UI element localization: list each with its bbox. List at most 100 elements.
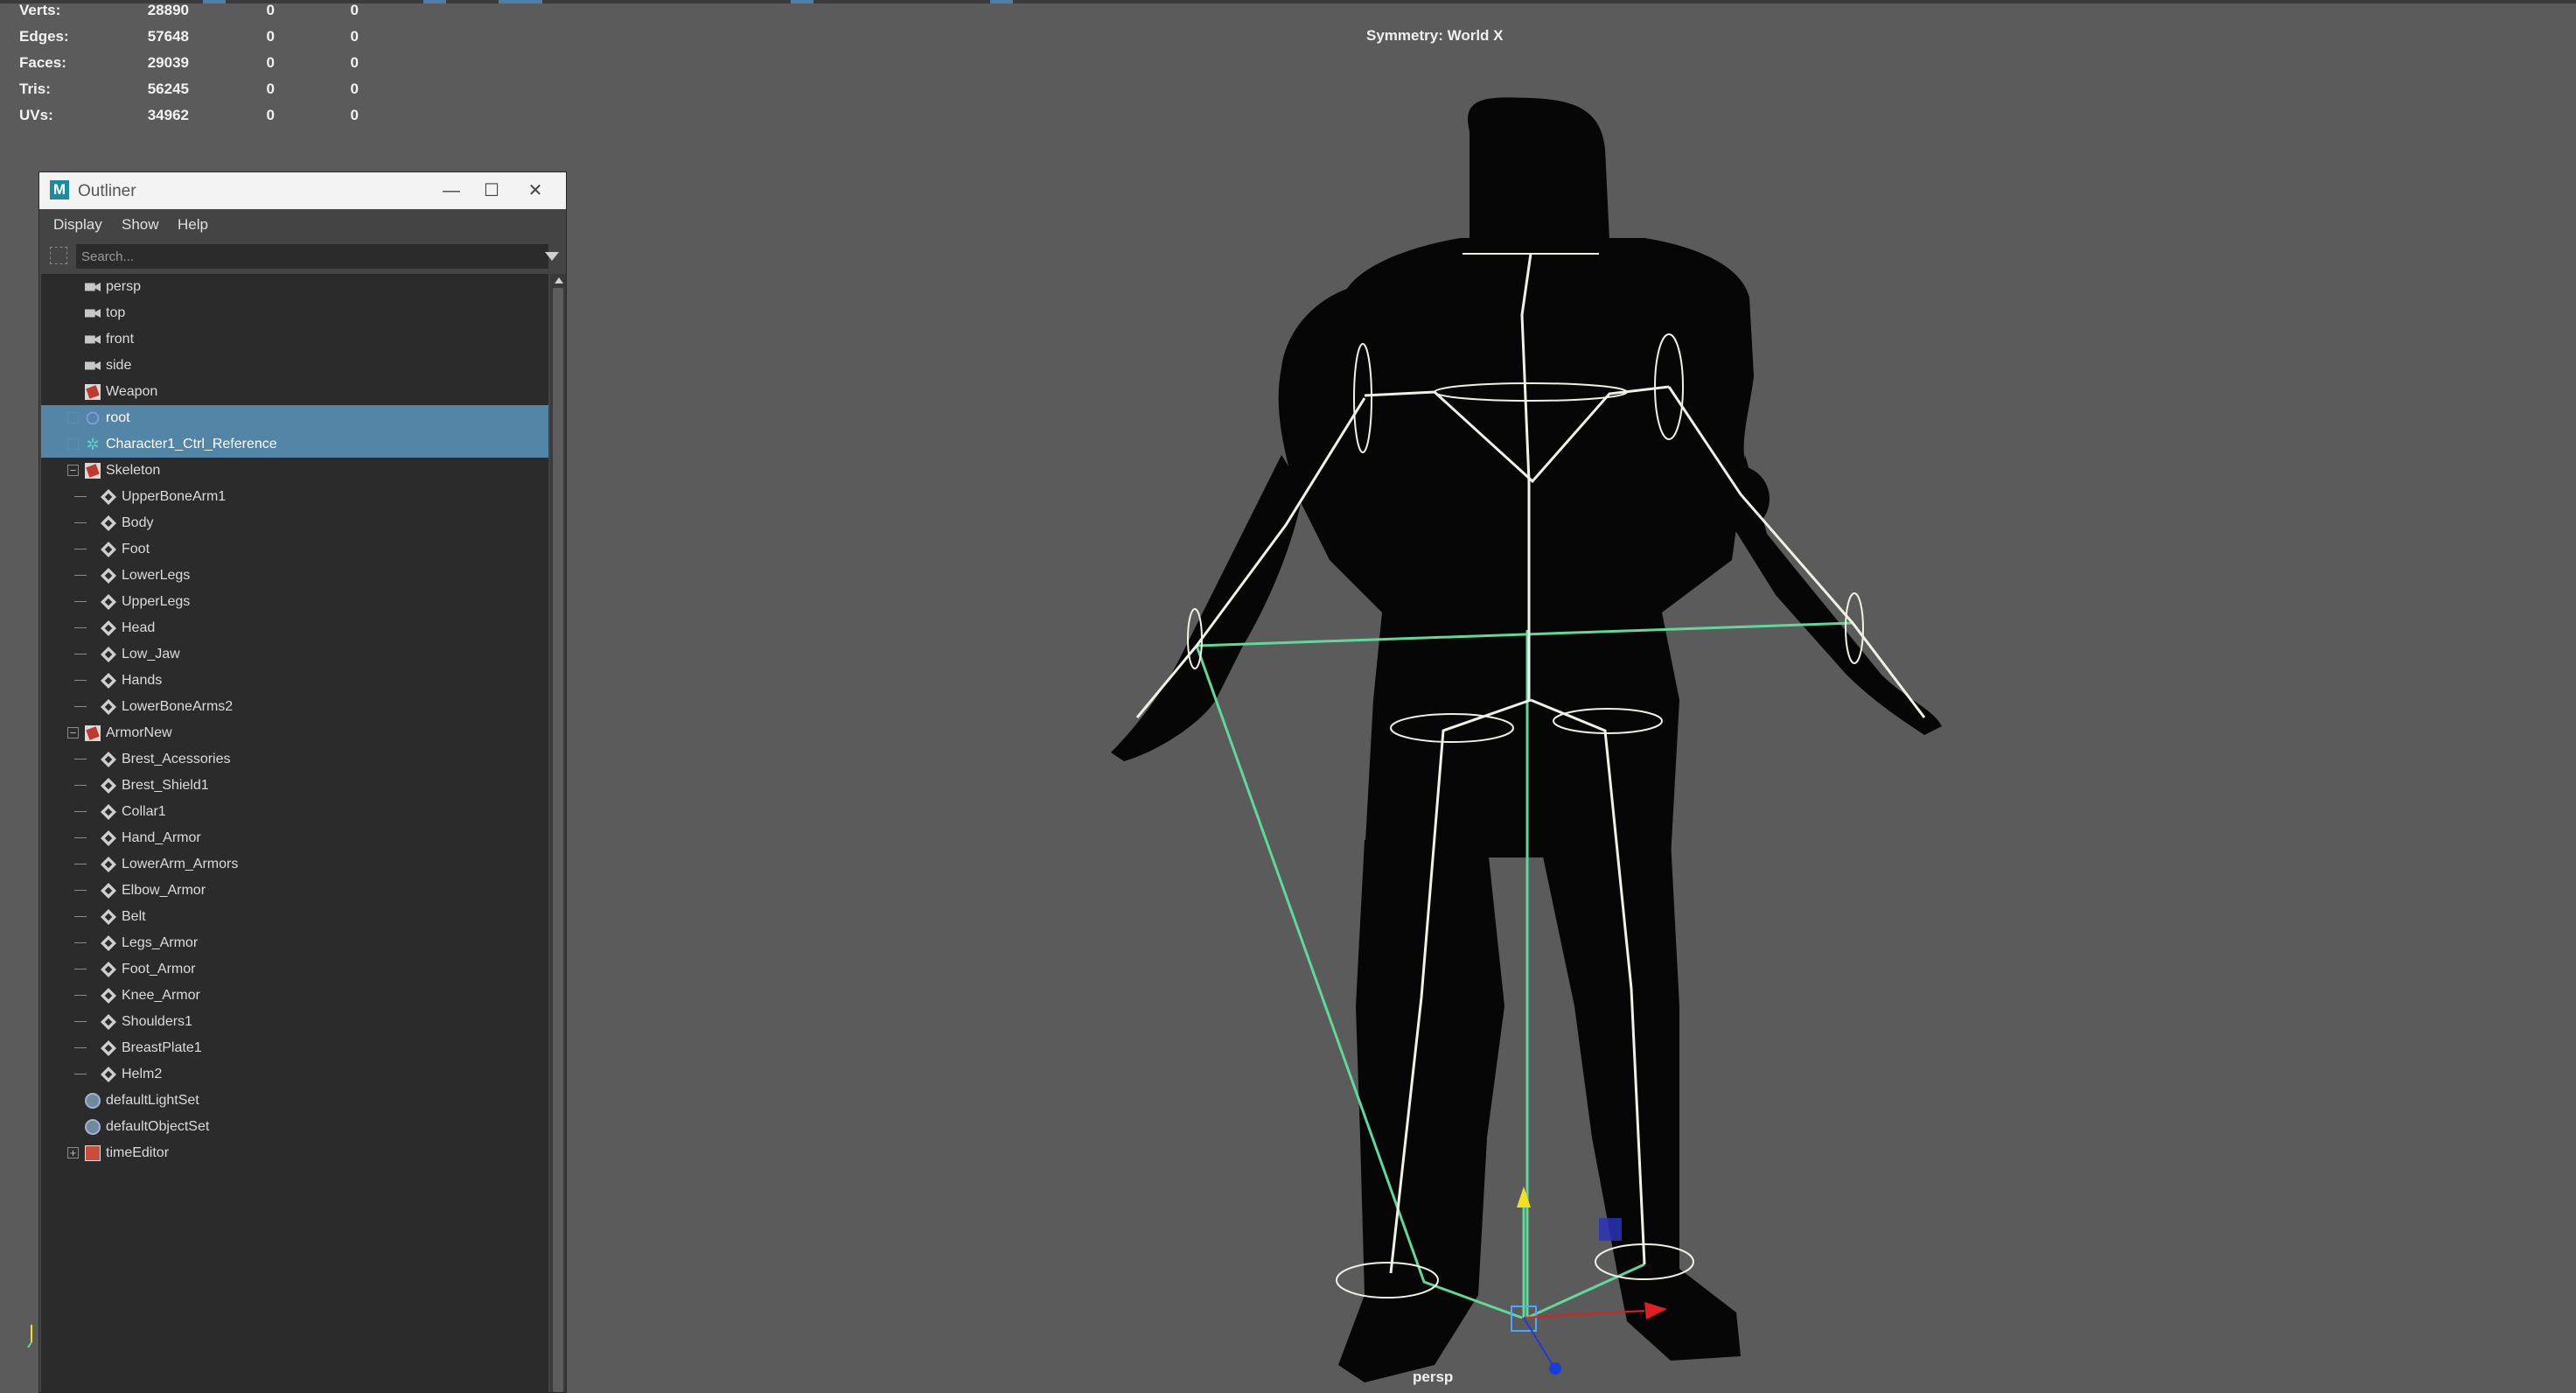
outliner-item[interactable]: defaultLightSet	[41, 1088, 548, 1114]
hud-value: 0	[350, 54, 359, 71]
hud-value: 29039	[147, 54, 189, 71]
search-options-dropdown-icon[interactable]	[545, 252, 559, 261]
maximize-button[interactable]: ☐	[478, 178, 505, 204]
outliner-item[interactable]: Collar1	[41, 799, 548, 825]
group-icon	[85, 463, 101, 479]
tree-connector	[74, 627, 87, 628]
outliner-item-label: Hands	[122, 673, 163, 688]
outliner-item[interactable]: Foot_Armor	[41, 956, 548, 983]
hud-value: 34962	[147, 107, 189, 123]
outliner-item[interactable]: top	[41, 300, 548, 326]
outliner-item[interactable]: LowerArm_Armors	[41, 851, 548, 878]
outliner-titlebar[interactable]: M Outliner — ☐ ✕	[39, 172, 566, 209]
hud-label: Faces:	[19, 54, 66, 71]
outliner-item[interactable]: persp	[41, 274, 548, 300]
expand-toggle-icon[interactable]	[67, 438, 79, 450]
outliner-item[interactable]: Low_Jaw	[41, 641, 548, 668]
outliner-item-label: root	[106, 410, 130, 425]
search-input[interactable]	[76, 244, 548, 269]
outliner-item-label: Helm2	[122, 1067, 163, 1082]
outliner-item[interactable]: Head	[41, 615, 548, 641]
right-leg-shape	[1539, 840, 1741, 1361]
outliner-item-label: Shoulders1	[122, 1014, 192, 1029]
filter-icon[interactable]	[50, 247, 67, 264]
elbow-pad-shape	[1703, 466, 1770, 532]
outliner-item[interactable]: Brest_Acessories	[41, 746, 548, 773]
mesh-icon	[101, 699, 116, 715]
hud-value: 0	[266, 54, 275, 71]
outliner-tree: persp top front side Weapon root ✲ Character1_C…	[41, 274, 548, 1392]
outliner-item[interactable]: Body	[41, 510, 548, 536]
outliner-item[interactable]: Shoulders1	[41, 1009, 548, 1035]
mesh-icon	[101, 594, 116, 610]
outliner-item[interactable]: Foot	[41, 536, 548, 563]
outliner-window[interactable]: M Outliner — ☐ ✕ Display Show Help persp…	[38, 172, 567, 1393]
camera-icon	[85, 360, 101, 371]
mesh-icon	[101, 935, 116, 951]
hud-value: 56245	[147, 80, 189, 97]
outliner-item[interactable]: Elbow_Armor	[41, 878, 548, 904]
menu-show[interactable]: Show	[122, 216, 159, 234]
outliner-item[interactable]: root	[41, 405, 548, 431]
close-button[interactable]: ✕	[522, 178, 548, 204]
outliner-item-label: Head	[122, 620, 156, 635]
tree-connector	[74, 890, 87, 891]
torso-shape	[1278, 238, 1754, 858]
scrollbar-thumb[interactable]	[553, 288, 563, 1392]
menu-help[interactable]: Help	[178, 216, 208, 234]
outliner-item[interactable]: Knee_Armor	[41, 983, 548, 1009]
camera-icon	[85, 308, 101, 318]
outliner-item[interactable]: defaultObjectSet	[41, 1114, 548, 1140]
outliner-item-label: top	[106, 305, 126, 320]
collapse-toggle-icon[interactable]: −	[67, 727, 79, 738]
outliner-item[interactable]: − ArmorNew	[41, 720, 548, 746]
outliner-item[interactable]: BreastPlate1	[41, 1035, 548, 1061]
outliner-item[interactable]: + timeEditor	[41, 1140, 548, 1166]
hud-value: 0	[350, 28, 359, 45]
outliner-item[interactable]: LowerLegs	[41, 563, 548, 589]
mesh-icon	[101, 988, 116, 1004]
collapse-toggle-icon[interactable]: −	[67, 465, 79, 476]
outliner-scrollbar[interactable]	[550, 274, 566, 1392]
mesh-icon	[101, 830, 116, 846]
expand-toggle-icon[interactable]: +	[67, 1147, 79, 1158]
mesh-icon	[101, 620, 116, 636]
outliner-item[interactable]: LowerBoneArms2	[41, 694, 548, 720]
hud-value: 0	[266, 80, 275, 97]
set-icon	[85, 1119, 101, 1135]
tree-connector	[74, 785, 87, 786]
camera-icon	[85, 282, 101, 292]
outliner-item[interactable]: Belt	[41, 904, 548, 930]
outliner-item[interactable]: Hand_Armor	[41, 825, 548, 851]
outliner-item[interactable]: Legs_Armor	[41, 930, 548, 956]
scroll-up-arrow-icon[interactable]	[555, 277, 563, 284]
outliner-item-label: Low_Jaw	[122, 647, 180, 662]
outliner-item-label: Brest_Acessories	[122, 752, 231, 766]
outliner-item[interactable]: side	[41, 353, 548, 379]
outliner-item-label: Skeleton	[106, 463, 161, 478]
minimize-button[interactable]: —	[438, 178, 464, 204]
hud-value: 0	[266, 28, 275, 45]
outliner-item[interactable]: UpperLegs	[41, 589, 548, 615]
tree-connector	[74, 601, 87, 602]
outliner-item[interactable]: Brest_Shield1	[41, 773, 548, 799]
tree-connector	[74, 706, 87, 707]
outliner-item[interactable]: Weapon	[41, 379, 548, 405]
outliner-item[interactable]: ✲ Character1_Ctrl_Reference	[41, 431, 548, 458]
outliner-item-label: Foot_Armor	[122, 962, 196, 976]
outliner-item[interactable]: Helm2	[41, 1061, 548, 1088]
outliner-item-label: Elbow_Armor	[122, 883, 206, 898]
view-axis-icon	[27, 1325, 32, 1348]
outliner-item-label: ArmorNew	[106, 725, 172, 740]
menu-display[interactable]: Display	[53, 216, 102, 234]
manip-z-axis	[1523, 1317, 1553, 1366]
outliner-item[interactable]: front	[41, 326, 548, 353]
tree-connector	[74, 995, 87, 996]
manip-y-arrow	[1517, 1186, 1531, 1208]
outliner-item[interactable]: UpperBoneArm1	[41, 484, 548, 510]
tree-connector	[74, 759, 87, 760]
search-row	[39, 242, 566, 270]
outliner-item[interactable]: Hands	[41, 668, 548, 694]
outliner-item[interactable]: − Skeleton	[41, 458, 548, 484]
expand-toggle-icon[interactable]	[67, 412, 79, 424]
